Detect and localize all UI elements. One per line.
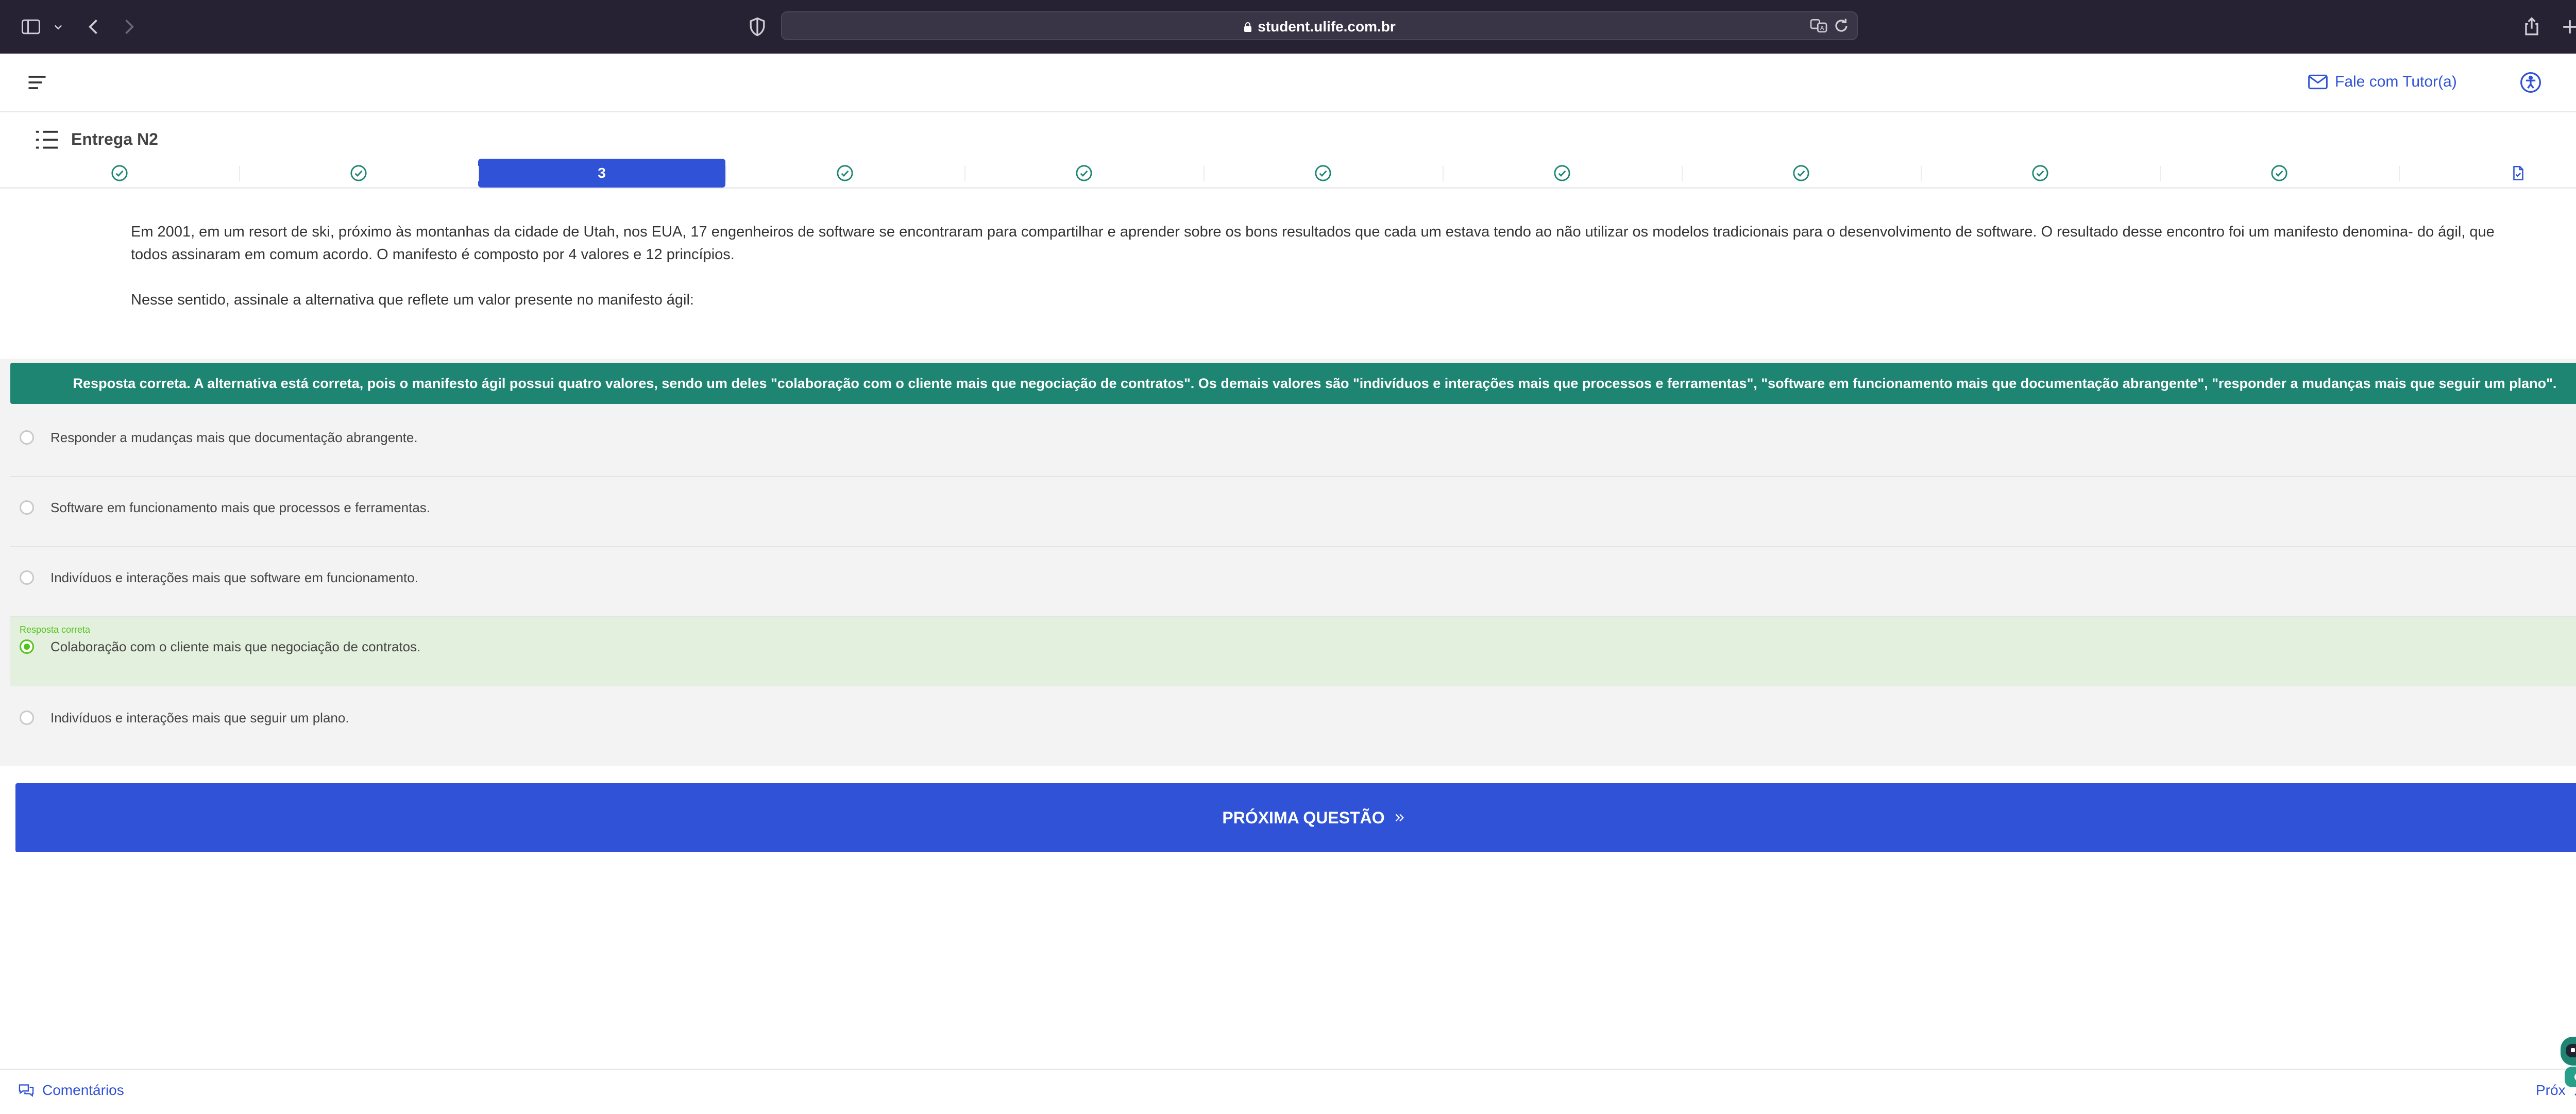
step-5[interactable] xyxy=(964,159,1204,189)
contact-tutor-label: Fale com Tutor(a) xyxy=(2335,73,2457,90)
option-b[interactable]: Software em funcionamento mais que proce… xyxy=(10,478,2576,547)
share-icon[interactable] xyxy=(2520,15,2543,38)
reload-icon[interactable] xyxy=(1831,15,1852,36)
check-circle-icon xyxy=(837,164,853,181)
question-stepper: 3 xyxy=(0,158,2576,189)
step-submit[interactable] xyxy=(2399,159,2576,189)
step-10[interactable] xyxy=(2160,159,2399,189)
chevron-down-icon[interactable] xyxy=(50,15,66,38)
comments-link[interactable]: Comentários xyxy=(18,1082,124,1099)
check-circle-icon xyxy=(1793,164,1809,181)
question-text: Em 2001, em um resort de ski, próximo às… xyxy=(131,221,2501,311)
check-circle-icon xyxy=(350,164,367,181)
svg-text:A: A xyxy=(1820,25,1824,31)
active-step-label: 3 xyxy=(478,158,725,188)
double-chevron-right-icon xyxy=(1395,814,1404,822)
feedback-banner: Resposta correta. A alternativa está cor… xyxy=(10,363,2576,404)
step-2[interactable] xyxy=(239,159,478,189)
check-circle-icon xyxy=(1554,164,1570,181)
comments-icon xyxy=(19,1084,34,1097)
radio-button[interactable] xyxy=(20,570,34,585)
document-check-icon xyxy=(2513,165,2523,180)
step-4[interactable] xyxy=(725,159,964,189)
new-tab-icon[interactable] xyxy=(2558,15,2576,38)
check-circle-icon xyxy=(2271,164,2287,181)
answers-panel: Resposta correta. A alternativa está cor… xyxy=(0,359,2576,766)
page-title: Entrega N2 xyxy=(71,130,158,148)
option-text: Software em funcionamento mais que proce… xyxy=(50,500,431,515)
option-text: Colaboração com o cliente mais que negoc… xyxy=(50,639,421,654)
mail-icon xyxy=(2308,74,2328,90)
back-icon[interactable] xyxy=(82,15,105,38)
shield-icon[interactable] xyxy=(746,15,769,38)
option-a[interactable]: Responder a mudanças mais que documentaç… xyxy=(10,408,2576,477)
step-7[interactable] xyxy=(1443,159,1682,189)
radio-button[interactable] xyxy=(20,430,34,445)
option-c[interactable]: Indivíduos e interações mais que softwar… xyxy=(10,548,2576,617)
address-bar[interactable]: student.ulife.com.br A xyxy=(781,11,1858,40)
option-d-correct[interactable]: Resposta correta Colaboração com o clien… xyxy=(10,617,2576,686)
question-paragraph-1: Em 2001, em um resort de ski, próximo às… xyxy=(131,224,2495,263)
option-text: Indivíduos e interações mais que softwar… xyxy=(50,570,418,585)
step-9[interactable] xyxy=(1921,159,2160,189)
accessibility-icon[interactable] xyxy=(2519,71,2542,94)
question-list-icon[interactable] xyxy=(34,129,60,151)
url-label: student.ulife.com.br xyxy=(1258,19,1396,35)
next-question-label: PRÓXIMA QUESTÃO xyxy=(1222,808,1385,827)
radio-button-selected[interactable] xyxy=(20,639,34,654)
step-8[interactable] xyxy=(1682,159,1921,189)
next-question-button[interactable]: PRÓXIMA QUESTÃO xyxy=(15,783,2576,852)
lock-icon xyxy=(1244,22,1252,32)
contact-tutor-link[interactable]: Fale com Tutor(a) xyxy=(2308,73,2457,91)
comments-label: Comentários xyxy=(42,1082,124,1098)
translate-icon[interactable]: A xyxy=(1808,15,1829,36)
sidebar-icon[interactable] xyxy=(20,15,42,38)
correct-answer-label: Resposta correta xyxy=(20,624,91,635)
radio-button[interactable] xyxy=(20,500,34,515)
browser-toolbar: student.ulife.com.br A xyxy=(0,0,2576,54)
menu-icon[interactable] xyxy=(26,71,48,94)
footer-bar: Comentários Próx xyxy=(0,1069,2576,1114)
check-circle-icon xyxy=(111,164,128,181)
url-text: student.ulife.com.br xyxy=(782,19,1857,35)
forward-icon[interactable] xyxy=(117,15,140,38)
step-6[interactable] xyxy=(1204,159,1443,189)
chatbot-robot-icon[interactable] xyxy=(2550,1025,2576,1092)
check-circle-icon xyxy=(2032,164,2048,181)
option-text: Responder a mudanças mais que documentaç… xyxy=(50,430,418,445)
app-header: Fale com Tutor(a) xyxy=(0,54,2576,112)
radio-button[interactable] xyxy=(20,711,34,725)
option-e[interactable]: Indivíduos e interações mais que seguir … xyxy=(10,688,2576,757)
check-circle-icon xyxy=(1076,164,1092,181)
question-paragraph-2: Nesse sentido, assinale a alternativa qu… xyxy=(131,292,694,308)
option-text: Indivíduos e interações mais que seguir … xyxy=(50,710,349,725)
step-3-active[interactable]: 3 xyxy=(478,158,725,189)
check-circle-icon xyxy=(1315,164,1331,181)
step-1[interactable] xyxy=(0,159,239,189)
